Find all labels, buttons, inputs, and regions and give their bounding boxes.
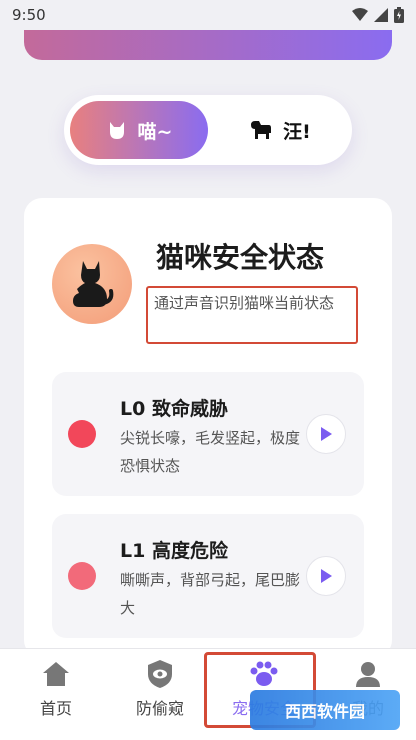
dog-toggle-label: 汪!: [283, 120, 311, 143]
status-bar: 9:50: [0, 0, 416, 30]
top-banner: [24, 30, 392, 60]
play-sound-button[interactable]: [306, 556, 346, 596]
battery-icon: [394, 7, 404, 23]
card-title: 猫咪安全状态: [156, 241, 325, 274]
level-item-l1[interactable]: L1 高度危险 嘶嘶声，背部弓起，尾巴膨大: [52, 514, 364, 638]
play-icon: [321, 569, 332, 583]
dog-toggle-button[interactable]: 汪!: [214, 101, 346, 159]
dog-icon: [251, 121, 272, 139]
level-title: L1 高度危险: [120, 540, 228, 562]
eye-shield-icon: [148, 660, 172, 688]
cat-safety-card: 猫咪安全状态 通过声音识别猫咪当前状态 L0 致命威胁 尖锐长嚎，毛发竖起，极度…: [24, 198, 392, 658]
level-indicator-dot: [68, 562, 96, 590]
cat-toggle-label: 喵~: [137, 120, 173, 143]
user-icon: [356, 662, 380, 687]
pet-type-toggle: 喵~ 汪!: [64, 95, 352, 165]
level-indicator-dot: [68, 420, 96, 448]
level-item-l0[interactable]: L0 致命威胁 尖锐长嚎，毛发竖起，极度恐惧状态: [52, 372, 364, 496]
nav-label: 首页: [39, 699, 72, 718]
play-icon: [321, 427, 332, 441]
status-time: 9:50: [12, 6, 46, 24]
watermark-logo: 西西软件园: [250, 690, 400, 730]
watermark-text: 西西软件园: [284, 702, 365, 721]
play-sound-button[interactable]: [306, 414, 346, 454]
nav-item-home[interactable]: 首页: [4, 649, 108, 740]
cat-icon: [109, 122, 124, 139]
level-description: 嘶嘶声，背部弓起，尾巴膨大: [120, 571, 301, 617]
status-icons: [352, 7, 404, 23]
wifi-icon: [352, 8, 368, 21]
cat-silhouette-icon: [73, 261, 114, 307]
cat-toggle-button[interactable]: 喵~: [70, 101, 208, 159]
home-icon: [43, 662, 69, 686]
level-title: L0 致命威胁: [120, 398, 228, 420]
card-description: 通过声音识别猫咪当前状态: [146, 286, 358, 344]
signal-icon: [374, 8, 388, 22]
nav-item-anti-peep[interactable]: 防偷窥: [108, 649, 212, 740]
nav-label: 防偷窥: [135, 699, 184, 718]
cat-avatar: [52, 244, 132, 324]
level-description: 尖锐长嚎，毛发竖起，极度恐惧状态: [120, 429, 301, 475]
